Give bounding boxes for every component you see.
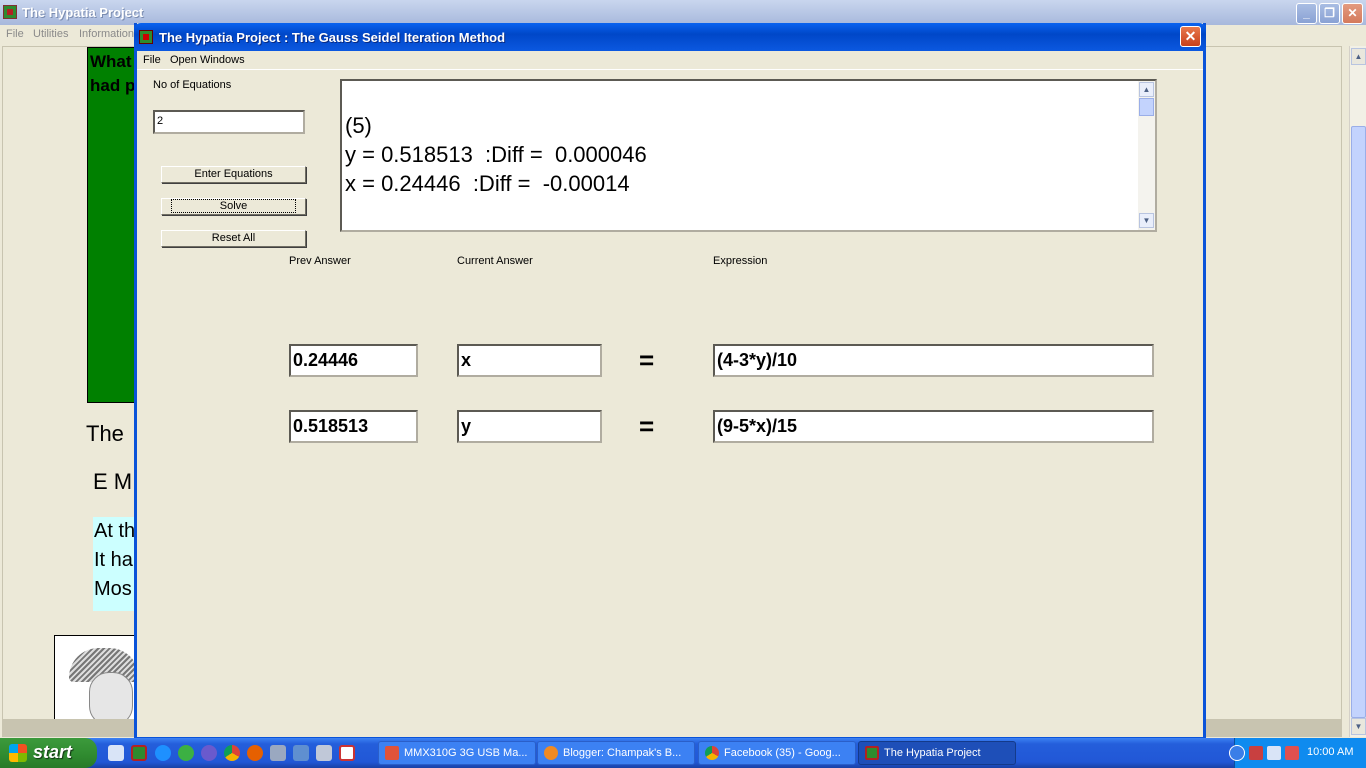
iteration-output-box[interactable]: (5) y = 0.518513 :Diff = 0.000046 x = 0.… — [340, 79, 1157, 232]
prev-answer-field[interactable]: 0.518513 — [289, 410, 418, 443]
dialog-menubar: File Open Windows — [137, 51, 1203, 70]
browser-icon[interactable] — [178, 745, 194, 761]
taskbar: start MMX310G 3G USB Ma... Blogger: Cham… — [0, 738, 1366, 768]
tray-security-icon[interactable] — [1285, 746, 1299, 760]
dialog-title: The Hypatia Project : The Gauss Seidel I… — [159, 30, 506, 45]
taskbar-task-blogger[interactable]: Blogger: Champak's B... — [537, 741, 695, 765]
main-menu-information[interactable]: Information — [79, 28, 134, 40]
tool-icon[interactable] — [270, 745, 286, 761]
solve-button[interactable]: Solve — [161, 198, 306, 215]
firefox-task-icon — [544, 746, 558, 760]
main-menu-utilities[interactable]: Utilities — [33, 28, 68, 40]
task-label: Facebook (35) - Goog... — [724, 747, 841, 759]
output-scroll-up-icon[interactable]: ▲ — [1139, 82, 1154, 97]
start-button[interactable]: start — [0, 738, 97, 768]
solve-label: Solve — [170, 199, 297, 213]
main-titlebar: The Hypatia Project _ ❐ ✕ — [0, 0, 1366, 25]
current-answer-field[interactable]: x — [457, 344, 602, 377]
globe-icon[interactable] — [201, 745, 217, 761]
dialog-close-button[interactable]: ✕ — [1180, 26, 1201, 47]
hypatia-portrait — [54, 635, 144, 719]
taskbar-task-hypatia[interactable]: The Hypatia Project — [858, 741, 1016, 765]
chrome-icon[interactable] — [224, 745, 240, 761]
enter-equations-button[interactable]: Enter Equations — [161, 166, 306, 183]
scroll-thumb[interactable] — [1351, 126, 1366, 718]
prev-answer-header: Prev Answer — [289, 255, 351, 267]
dialog-titlebar: The Hypatia Project : The Gauss Seidel I… — [134, 23, 1206, 51]
green-text-line: What — [90, 52, 132, 71]
taskbar-task-facebook[interactable]: Facebook (35) - Goog... — [698, 741, 856, 765]
tray-network-icon[interactable] — [1249, 746, 1263, 760]
chrome-task-icon — [705, 746, 719, 760]
internet-explorer-icon[interactable] — [155, 745, 171, 761]
prev-answer-field[interactable]: 0.24446 — [289, 344, 418, 377]
output-scrollbar[interactable]: ▲ ▼ — [1138, 81, 1155, 230]
firefox-icon[interactable] — [247, 745, 263, 761]
tray-display-icon[interactable] — [1267, 746, 1281, 760]
dialog-app-icon — [139, 30, 153, 44]
main-close-button[interactable]: ✕ — [1342, 3, 1363, 24]
minimize-button[interactable]: _ — [1296, 3, 1317, 24]
mobile-broadband-icon — [385, 746, 399, 760]
output-line: y = 0.518513 :Diff = 0.000046 — [345, 142, 647, 167]
restore-button[interactable]: ❐ — [1319, 3, 1340, 24]
show-desktop-icon[interactable] — [108, 745, 124, 761]
green-text-line: had p — [90, 76, 136, 95]
background-text-em: E M — [93, 469, 133, 494]
expression-header: Expression — [713, 255, 768, 267]
box-icon[interactable] — [293, 745, 309, 761]
dialog-menu-file[interactable]: File — [143, 54, 161, 66]
system-tray: 10:00 AM — [1229, 738, 1366, 768]
reset-all-button[interactable]: Reset All — [161, 230, 306, 247]
current-answer-header: Current Answer — [457, 255, 533, 267]
equals-sign: = — [639, 345, 655, 375]
task-label: The Hypatia Project — [884, 747, 981, 759]
equals-sign: = — [639, 411, 655, 441]
hypatia-quicklaunch-icon[interactable] — [131, 745, 147, 761]
main-window-title: The Hypatia Project — [22, 5, 144, 20]
expression-field[interactable]: (4-3*y)/10 — [713, 344, 1154, 377]
output-line: (5) — [345, 113, 372, 138]
scroll-up-icon[interactable]: ▲ — [1351, 48, 1366, 65]
tray-expand-icon[interactable] — [1229, 745, 1245, 761]
output-scroll-thumb[interactable] — [1139, 98, 1154, 116]
num-equations-input[interactable]: 2 — [153, 110, 305, 134]
vertical-scrollbar[interactable]: ▲ ▼ — [1349, 46, 1366, 737]
enter-equations-label: Enter Equations — [194, 168, 273, 180]
clock: 10:00 AM — [1307, 746, 1354, 758]
dialog-menu-open-windows[interactable]: Open Windows — [170, 54, 245, 66]
task-label: Blogger: Champak's B... — [563, 747, 682, 759]
gmail-icon[interactable] — [339, 745, 355, 761]
expression-field[interactable]: (9-5*x)/15 — [713, 410, 1154, 443]
gauss-seidel-dialog: The Hypatia Project : The Gauss Seidel I… — [134, 23, 1206, 740]
main-menu-file[interactable]: File — [6, 28, 24, 40]
task-label: MMX310G 3G USB Ma... — [404, 747, 528, 759]
reset-all-label: Reset All — [211, 232, 256, 244]
scroll-down-icon[interactable]: ▼ — [1351, 718, 1366, 735]
start-label: start — [33, 742, 73, 762]
windows-logo-icon — [9, 744, 27, 762]
current-answer-field[interactable]: y — [457, 410, 602, 443]
taskbar-task-mmx[interactable]: MMX310G 3G USB Ma... — [378, 741, 536, 765]
num-equations-label: No of Equations — [153, 79, 232, 91]
output-scroll-down-icon[interactable]: ▼ — [1139, 213, 1154, 228]
app-icon — [3, 5, 17, 19]
hypatia-task-icon — [865, 746, 879, 760]
background-text-the: The — [86, 421, 124, 446]
output-line: x = 0.24446 :Diff = -0.00014 — [345, 171, 630, 196]
window-icon[interactable] — [316, 745, 332, 761]
